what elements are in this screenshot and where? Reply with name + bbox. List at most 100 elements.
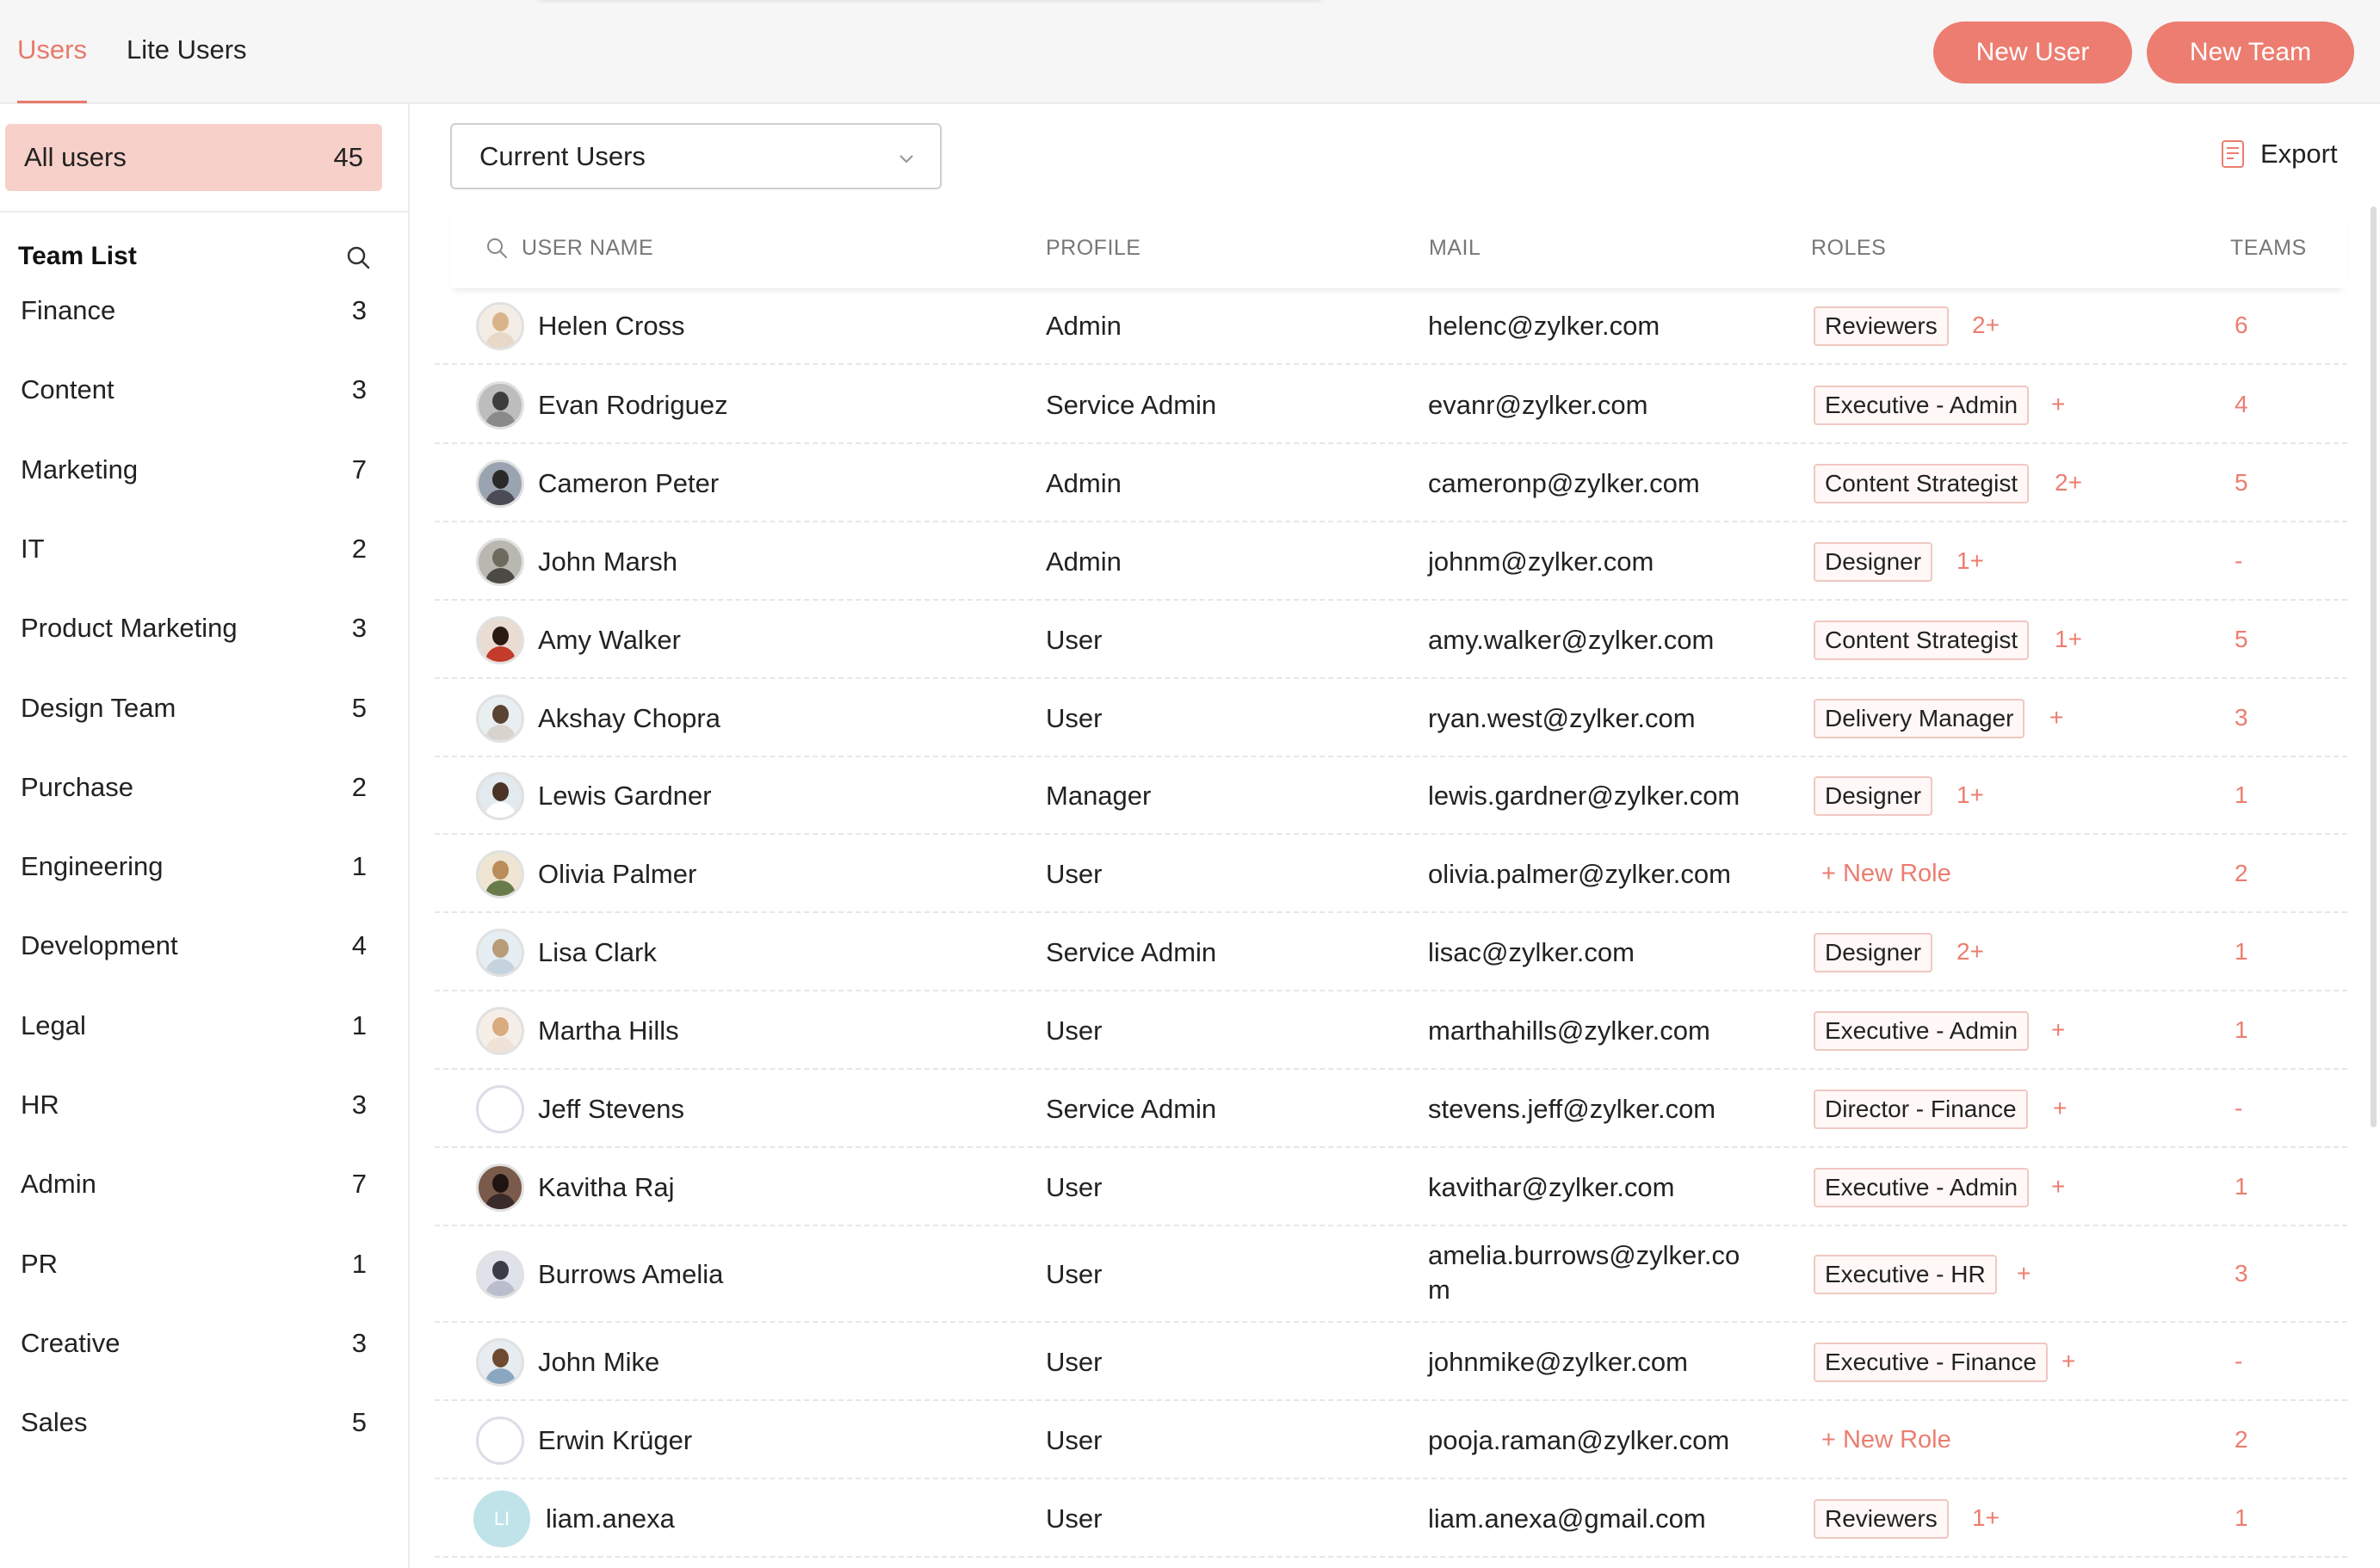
user-name[interactable]: Jeff Stevens [538, 1094, 684, 1125]
teams-count[interactable]: 2 [2235, 1426, 2248, 1454]
user-name[interactable]: John Marsh [538, 546, 677, 577]
role-chip[interactable]: Executive - Admin [1814, 386, 2030, 425]
role-chip[interactable]: Delivery Manager [1814, 699, 2025, 738]
teams-count[interactable]: 4 [2235, 391, 2248, 418]
sidebar-item-team[interactable]: IT 2 [21, 534, 367, 565]
user-name[interactable]: liam.anexa [546, 1503, 675, 1534]
role-more-link[interactable]: 2+ [2055, 469, 2082, 497]
sidebar-item-team[interactable]: Content 3 [21, 374, 367, 405]
table-row[interactable]: LI liam.anexa User liam.anexa@gmail.com Revi… [435, 1479, 2347, 1558]
teams-count[interactable]: 1 [2235, 1016, 2248, 1044]
user-name[interactable]: Cameron Peter [538, 468, 719, 499]
table-row[interactable]: Erwin Krüger User pooja.raman@zylker.com + … [435, 1401, 2347, 1479]
teams-count[interactable]: 1 [2235, 1504, 2248, 1532]
teams-count[interactable]: 2 [2235, 860, 2248, 887]
sidebar-item-team[interactable]: Creative 3 [21, 1328, 367, 1359]
tab-lite-users[interactable]: Lite Users [127, 34, 247, 103]
sidebar-item-team[interactable]: HR 3 [21, 1090, 367, 1120]
role-chip[interactable]: Director - Finance [1814, 1090, 2028, 1129]
role-chip[interactable]: Designer [1814, 933, 1933, 972]
sidebar-item-team[interactable]: Purchase 2 [21, 772, 367, 803]
sidebar-item-team[interactable]: Product Marketing 3 [21, 613, 367, 644]
role-chip[interactable]: Designer [1814, 776, 1933, 816]
column-header-profile[interactable]: PROFILE [1046, 236, 1141, 261]
search-icon[interactable] [344, 244, 372, 271]
role-chip[interactable]: Executive - Admin [1814, 1168, 2030, 1207]
table-row[interactable]: John Marsh Admin johnm@zylker.com Designer 1… [435, 522, 2347, 601]
role-more-link[interactable]: 2+ [1957, 938, 1984, 966]
teams-count[interactable]: 6 [2235, 312, 2248, 339]
table-row[interactable]: John Mike User johnmike@zylker.com Executiv… [435, 1323, 2347, 1401]
tab-users[interactable]: Users [17, 34, 87, 103]
role-more-link[interactable]: + [2051, 1016, 2065, 1044]
user-name[interactable]: Martha Hills [538, 1015, 679, 1046]
table-row[interactable]: Burrows Amelia User amelia.burrows@zylker.… [435, 1226, 2347, 1323]
user-filter-select[interactable]: Current Users [450, 123, 942, 189]
new-role-link[interactable]: + New Role [1821, 860, 1951, 888]
user-name[interactable]: Lewis Gardner [538, 781, 712, 812]
user-name[interactable]: Evan Rodriguez [538, 390, 728, 421]
role-chip[interactable]: Designer [1814, 542, 1933, 582]
teams-count[interactable]: 3 [2235, 1260, 2248, 1287]
sidebar-item-team[interactable]: Admin 7 [21, 1169, 367, 1200]
role-chip[interactable]: Executive - Admin [1814, 1011, 2030, 1051]
role-more-link[interactable]: + [2049, 704, 2063, 732]
teams-count[interactable]: 1 [2235, 938, 2248, 966]
new-team-button[interactable]: New Team [2147, 22, 2354, 83]
sidebar-item-team[interactable]: Legal 1 [21, 1010, 367, 1041]
sidebar-item-team[interactable]: Design Team 5 [21, 693, 367, 724]
column-header-teams[interactable]: TEAMS [2230, 236, 2307, 261]
sidebar-item-team[interactable]: Sales 5 [21, 1407, 367, 1438]
user-name[interactable]: Erwin Krüger [538, 1425, 692, 1456]
role-chip[interactable]: Reviewers [1814, 1499, 1949, 1539]
user-name[interactable]: John Mike [538, 1347, 659, 1378]
sidebar-item-team[interactable]: Finance 3 [21, 295, 367, 326]
column-header-mail[interactable]: MAIL [1429, 236, 1481, 261]
new-user-button[interactable]: New User [1933, 22, 2132, 83]
role-more-link[interactable]: 1+ [1957, 547, 1984, 575]
teams-count[interactable]: 5 [2235, 469, 2248, 497]
user-name[interactable]: Helen Cross [538, 311, 685, 342]
user-name[interactable]: Olivia Palmer [538, 859, 696, 890]
teams-count[interactable]: - [2235, 547, 2242, 575]
sidebar-item-team[interactable]: Development 4 [21, 930, 367, 961]
user-name[interactable]: Lisa Clark [538, 937, 657, 968]
teams-count[interactable]: 5 [2235, 626, 2248, 653]
role-more-link[interactable]: + [2062, 1348, 2075, 1375]
teams-count[interactable]: - [2235, 1348, 2242, 1375]
table-row[interactable]: Jeff Stevens Service Admin stevens.jeff@zy… [435, 1070, 2347, 1148]
sidebar-item-all-users[interactable]: All users 45 [5, 124, 382, 191]
table-row[interactable]: Amy Walker User amy.walker@zylker.com Conte… [435, 601, 2347, 679]
teams-count[interactable]: 1 [2235, 1173, 2248, 1201]
role-more-link[interactable]: 1+ [1957, 781, 1984, 809]
user-name[interactable]: Burrows Amelia [538, 1259, 723, 1290]
table-row[interactable]: Akshay Chopra User ryan.west@zylker.com Del… [435, 679, 2347, 757]
role-more-link[interactable]: + [2053, 1095, 2067, 1122]
table-row[interactable]: Martha Hills User marthahills@zylker.com Ex… [435, 991, 2347, 1070]
teams-count[interactable]: - [2235, 1095, 2242, 1122]
sidebar-item-team[interactable]: PR 1 [21, 1249, 367, 1280]
table-row[interactable]: Kavitha Raj User kavithar@zylker.com Execut… [435, 1148, 2347, 1226]
teams-count[interactable]: 3 [2235, 704, 2248, 732]
export-button[interactable]: Export [2221, 139, 2338, 170]
role-chip[interactable]: Executive - HR [1814, 1255, 1997, 1294]
role-more-link[interactable]: 2+ [1972, 312, 2000, 339]
role-more-link[interactable]: 1+ [2055, 626, 2082, 653]
user-name[interactable]: Kavitha Raj [538, 1172, 675, 1203]
sidebar-item-team[interactable]: Marketing 7 [21, 454, 367, 485]
table-row[interactable]: Lewis Gardner Manager lewis.gardner@zylker… [435, 757, 2347, 835]
role-chip[interactable]: Reviewers [1814, 306, 1949, 346]
role-chip[interactable]: Executive - Finance [1814, 1343, 2048, 1382]
user-name[interactable]: Amy Walker [538, 625, 681, 656]
table-row[interactable]: Cameron Peter Admin cameronp@zylker.com Con… [435, 444, 2347, 522]
role-more-link[interactable]: + [2017, 1260, 2031, 1287]
search-icon[interactable] [485, 236, 509, 260]
column-header-roles[interactable]: ROLES [1811, 236, 1886, 261]
table-row[interactable]: Helen Cross Admin helenc@zylker.com Reviewe… [435, 287, 2347, 365]
role-more-link[interactable]: + [2051, 1173, 2065, 1201]
role-more-link[interactable]: 1+ [1972, 1504, 2000, 1532]
role-chip[interactable]: Content Strategist [1814, 620, 2030, 660]
column-header-user-name[interactable]: USER NAME [522, 236, 653, 261]
new-role-link[interactable]: + New Role [1821, 1426, 1951, 1454]
user-name[interactable]: Akshay Chopra [538, 703, 720, 734]
